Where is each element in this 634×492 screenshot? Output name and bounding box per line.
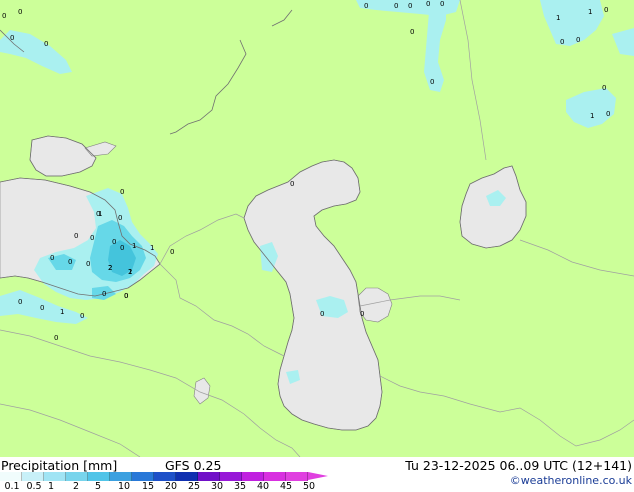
- precip-value-label: 0: [80, 312, 84, 320]
- precipitation-map: 0000000110000000100000000010012100012200…: [0, 0, 634, 457]
- precip-value-label: 1: [590, 112, 594, 120]
- precip-value-label: 0: [604, 6, 608, 14]
- precip-value-label: 0: [124, 292, 128, 300]
- precip-value-label: 0: [576, 36, 580, 44]
- color-scale-tick-label: 45: [279, 481, 293, 492]
- precip-value-label: 0: [18, 298, 22, 306]
- color-scale-bar: [0, 472, 308, 481]
- color-scale-cell: [220, 472, 242, 481]
- precip-value-label: 0: [86, 260, 90, 268]
- precip-value-label: 0: [364, 2, 368, 10]
- color-scale-tick-label: 1: [47, 481, 55, 492]
- color-scale-cell: [22, 472, 44, 481]
- precip-value-label: 1: [132, 242, 136, 250]
- precip-value-label: 0: [102, 290, 106, 298]
- color-scale-cell: [154, 472, 176, 481]
- precip-value-label: 0: [10, 34, 14, 42]
- color-scale-cell: [66, 472, 88, 481]
- color-scale-cell: [88, 472, 110, 481]
- color-scale-tick-label: 2: [72, 481, 80, 492]
- credit-link[interactable]: ©weatheronline.co.uk: [510, 474, 632, 487]
- color-scale-cell: [110, 472, 132, 481]
- precip-value-label: 0: [18, 8, 22, 16]
- precip-value-label: 0: [394, 2, 398, 10]
- precip-value-label: 0: [440, 0, 444, 8]
- precip-value-label: 0: [40, 304, 44, 312]
- precip-value-label: 0: [606, 110, 610, 118]
- model-name: GFS 0.25: [165, 458, 222, 473]
- precip-value-label: 0: [560, 38, 564, 46]
- map-canvas: 0000 0 0 011000 00001 00000 0 00 0100 12 10 0012 200…: [0, 0, 634, 457]
- valid-time: Tu 23-12-2025 06..09 UTC (12+141): [405, 458, 632, 473]
- color-scale-tick-label: 15: [141, 481, 155, 492]
- color-scale-cell: [176, 472, 198, 481]
- precip-value-label: 0: [118, 214, 122, 222]
- color-scale-cell: [242, 472, 264, 481]
- precip-value-label: 0: [360, 310, 364, 318]
- color-scale-cell: [44, 472, 66, 481]
- color-scale-tick-label: 10: [117, 481, 131, 492]
- precip-value-label: 1: [556, 14, 560, 22]
- color-scale-cell: [198, 472, 220, 481]
- precip-value-label: 1: [588, 8, 592, 16]
- color-scale-tick-label: 25: [187, 481, 201, 492]
- color-scale-cell: [264, 472, 286, 481]
- precip-value-label: 0: [2, 12, 6, 20]
- color-scale-tick-label: 50: [302, 481, 316, 492]
- color-scale-tick-label: 0.1: [4, 481, 20, 492]
- color-scale-cell: [286, 472, 308, 481]
- color-scale-cell: [0, 472, 22, 481]
- precip-value-label: 1: [98, 210, 102, 218]
- color-scale-arrow: [308, 472, 328, 480]
- precip-value-label: 0: [74, 232, 78, 240]
- precip-value-label: 0: [408, 2, 412, 10]
- precip-value-label: 0: [602, 84, 606, 92]
- precip-value-label: 0: [410, 28, 414, 36]
- precip-value-label: 0: [112, 238, 116, 246]
- precip-value-label: 2: [128, 268, 132, 276]
- color-scale-tick-label: 5: [94, 481, 102, 492]
- precip-value-label: 0: [430, 78, 434, 86]
- precip-value-label: 0: [68, 258, 72, 266]
- color-scale-tick-label: 30: [210, 481, 224, 492]
- precip-value-label: 1: [150, 244, 154, 252]
- color-scale-tick-label: 0.5: [26, 481, 42, 492]
- precip-value-label: 0: [90, 234, 94, 242]
- color-scale-cell: [132, 472, 154, 481]
- precip-value-label: 0: [50, 254, 54, 262]
- precip-value-label: 1: [60, 308, 64, 316]
- precip-value-label: 0: [120, 188, 124, 196]
- color-scale-tick-label: 20: [164, 481, 178, 492]
- precip-value-label: 0: [54, 334, 58, 342]
- precip-value-label: 0: [290, 180, 294, 188]
- legend-title: Precipitation [mm]: [1, 458, 118, 473]
- precip-value-label: 0: [170, 248, 174, 256]
- precip-value-label: 0: [320, 310, 324, 318]
- precip-value-label: 0: [44, 40, 48, 48]
- color-scale-tick-label: 40: [256, 481, 270, 492]
- color-scale-tick-label: 35: [233, 481, 247, 492]
- precip-value-label: 2: [108, 264, 112, 272]
- map-footer: Precipitation [mm] GFS 0.25 Tu 23-12-202…: [0, 457, 634, 492]
- precip-value-label: 0: [120, 244, 124, 252]
- precip-value-label: 0: [426, 0, 430, 8]
